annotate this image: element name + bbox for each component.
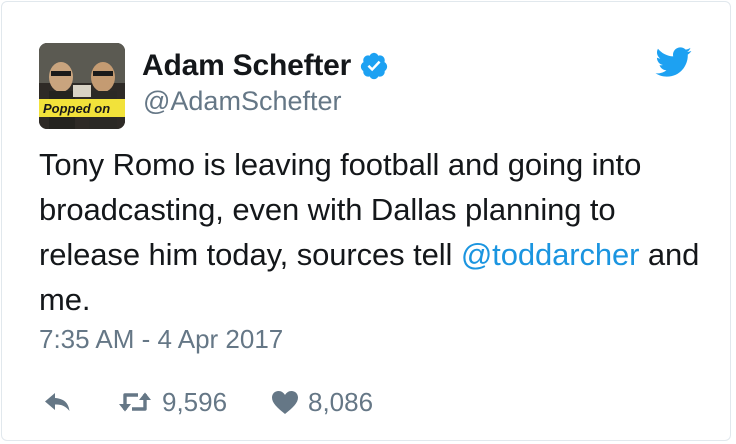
- twitter-bird-icon[interactable]: [654, 45, 692, 79]
- like-count: 8,086: [308, 386, 374, 417]
- like-button[interactable]: 8,086: [271, 380, 373, 424]
- heart-icon: [272, 390, 298, 414]
- author-handle[interactable]: @AdamSchefter: [143, 86, 342, 117]
- avatar[interactable]: Popped on: [39, 43, 125, 129]
- author-name-row: Adam Schefter: [142, 44, 389, 88]
- retweet-button[interactable]: 9,596: [117, 380, 227, 424]
- svg-text:Popped on: Popped on: [43, 101, 110, 116]
- retweet-icon: [119, 392, 151, 412]
- retweet-count: 9,596: [162, 386, 228, 417]
- verified-badge-icon: [359, 51, 389, 81]
- tweet-card: Popped on Adam Schefter @AdamSchefter To…: [1, 1, 731, 441]
- mention-link[interactable]: @toddarcher: [461, 237, 640, 272]
- reply-icon: [45, 393, 70, 411]
- tweet-text: Tony Romo is leaving football and going …: [39, 142, 709, 322]
- tweet-actions: 9,596 8,086: [39, 380, 439, 424]
- tweet-timestamp[interactable]: 7:35 AM - 4 Apr 2017: [39, 324, 283, 355]
- avatar-image: Popped on: [39, 43, 125, 129]
- author-display-name[interactable]: Adam Schefter: [142, 49, 351, 83]
- reply-button[interactable]: [43, 380, 73, 424]
